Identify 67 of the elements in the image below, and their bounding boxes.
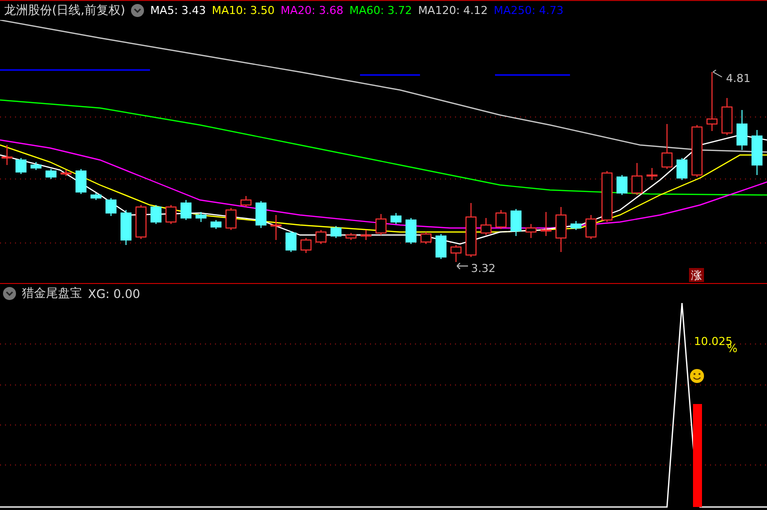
candlestick <box>450 244 462 262</box>
candlestick <box>136 204 146 240</box>
candlestick <box>540 212 552 236</box>
indicator-reading: XG: 0.00 <box>88 286 140 300</box>
candlestick <box>90 192 102 200</box>
candlestick <box>256 200 266 228</box>
candlestick <box>646 168 658 180</box>
pointer-arrow-icon <box>456 262 468 270</box>
chart-title: 龙洲股份(日线,前复权) <box>4 2 126 19</box>
candlestick <box>376 214 386 236</box>
candlestick <box>106 198 116 216</box>
candlestick <box>632 162 642 196</box>
candlestick <box>180 200 192 220</box>
indicator-name: 猎金尾盘宝 <box>22 285 82 302</box>
candlestick <box>496 210 506 230</box>
candlestick <box>360 230 372 240</box>
candlestick <box>752 130 762 176</box>
candlestick <box>76 168 86 194</box>
candlestick <box>692 124 702 178</box>
candlestick <box>406 218 416 244</box>
candlestick <box>166 204 176 224</box>
candlestick <box>120 210 132 246</box>
candlestick <box>676 158 688 180</box>
candlestick <box>436 234 446 260</box>
candlestick <box>16 158 26 174</box>
candlestick <box>466 202 476 258</box>
candlestick <box>150 204 162 224</box>
candlestick <box>420 232 432 244</box>
candlestick <box>46 168 56 180</box>
candlestick <box>286 230 296 252</box>
high-price-label: 4.81 <box>726 72 750 85</box>
candlestick <box>602 170 612 222</box>
candlestick <box>510 208 522 236</box>
candlestick <box>240 196 252 208</box>
candlestick <box>736 110 748 150</box>
candlestick <box>586 214 596 240</box>
candlestick <box>60 170 72 176</box>
candlestick <box>662 124 672 170</box>
candlestick <box>346 232 356 240</box>
moving-average-value: MA10: 3.50 <box>212 4 275 17</box>
candlestick <box>526 224 536 238</box>
candlestick <box>616 174 628 196</box>
candlestick <box>556 206 566 252</box>
pointer-arrow-icon <box>712 70 722 78</box>
moving-average-value: MA60: 3.72 <box>349 4 412 17</box>
smiley-icon <box>690 369 704 383</box>
candlestick <box>330 226 342 238</box>
candlestick <box>480 218 492 236</box>
candlestick <box>706 72 718 132</box>
rise-badge: 涨 <box>689 268 704 282</box>
candlestick <box>226 208 236 230</box>
candlestick <box>570 220 582 230</box>
candlestick <box>722 98 732 136</box>
moving-average-value: MA20: 3.68 <box>280 4 344 17</box>
candlestick <box>210 220 222 230</box>
candlestick <box>316 230 326 244</box>
low-price-label: 3.32 <box>471 262 496 275</box>
moving-average-value: MA250: 4.73 <box>494 4 564 17</box>
moving-average-value: MA5: 3.43 <box>150 4 206 17</box>
dropdown-icon[interactable] <box>3 287 16 300</box>
dropdown-icon[interactable] <box>131 4 144 17</box>
candlestick <box>300 238 312 254</box>
candlestick <box>390 212 402 224</box>
candlestick <box>270 214 282 240</box>
candlestick <box>196 212 206 222</box>
candlestick <box>30 162 42 170</box>
moving-average-value: MA120: 4.12 <box>418 4 488 17</box>
